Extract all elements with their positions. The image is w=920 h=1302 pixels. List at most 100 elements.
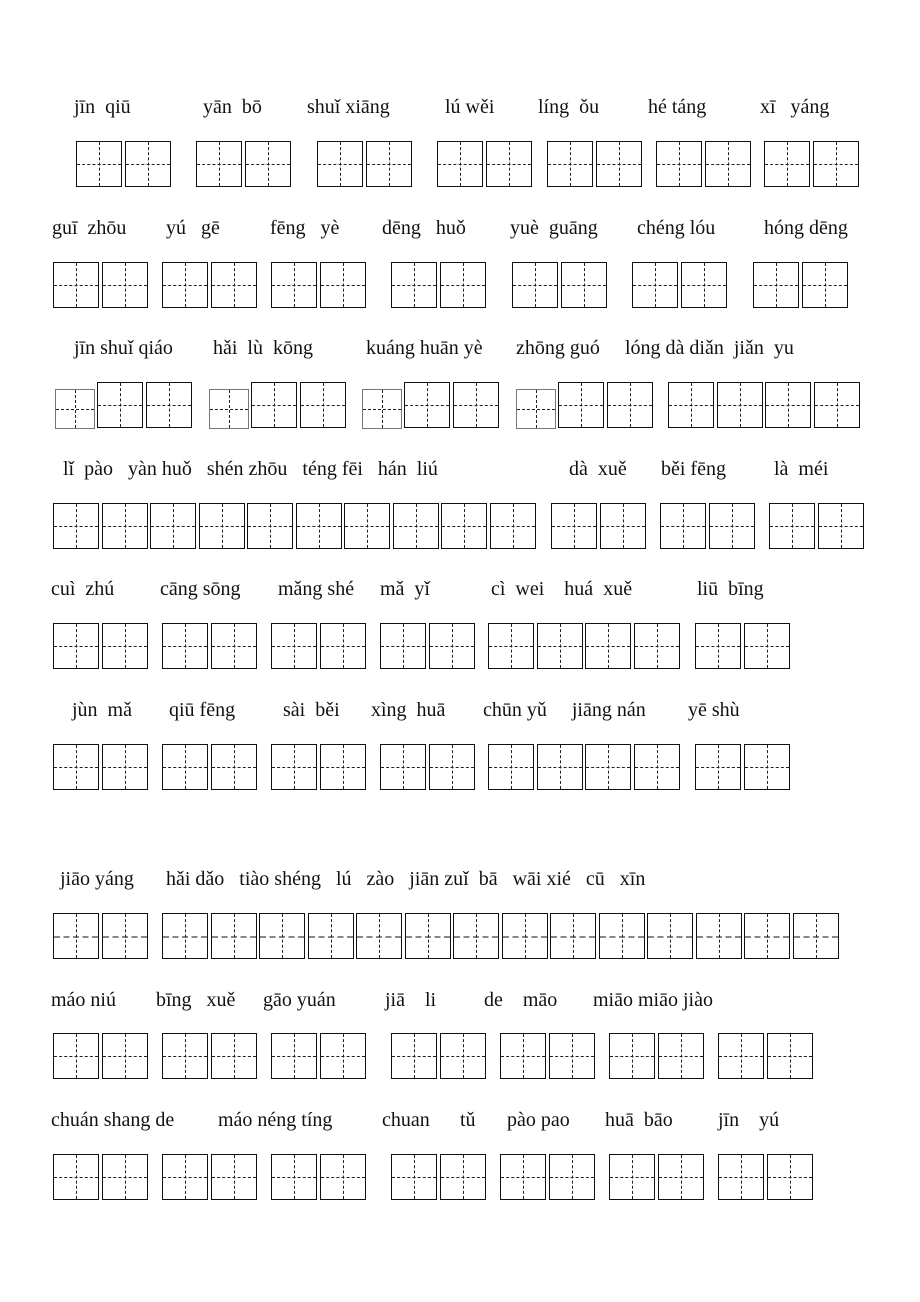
character-writing-box[interactable] <box>404 913 451 959</box>
character-writing-box[interactable] <box>271 1154 317 1200</box>
character-writing-box[interactable] <box>198 503 245 549</box>
character-writing-box[interactable] <box>162 623 208 669</box>
character-writing-box[interactable] <box>488 744 534 790</box>
character-writing-box[interactable] <box>585 623 631 669</box>
character-writing-box[interactable] <box>162 1033 208 1079</box>
character-writing-box[interactable] <box>319 1033 366 1079</box>
character-writing-box[interactable] <box>743 623 790 669</box>
character-writing-box[interactable] <box>585 744 631 790</box>
character-writing-box[interactable] <box>500 1033 546 1079</box>
character-writing-box[interactable] <box>162 262 208 308</box>
character-writing-box[interactable] <box>485 141 532 187</box>
character-writing-box[interactable] <box>162 1154 208 1200</box>
character-writing-box[interactable] <box>209 389 249 429</box>
character-writing-box[interactable] <box>356 913 402 959</box>
character-writing-box[interactable] <box>307 913 354 959</box>
character-writing-box[interactable] <box>344 503 390 549</box>
character-writing-box[interactable] <box>813 382 860 428</box>
character-writing-box[interactable] <box>392 503 439 549</box>
character-writing-box[interactable] <box>271 1033 317 1079</box>
character-writing-box[interactable] <box>744 913 790 959</box>
character-writing-box[interactable] <box>380 744 426 790</box>
character-writing-box[interactable] <box>428 623 475 669</box>
character-writing-box[interactable] <box>244 141 291 187</box>
character-writing-box[interactable] <box>53 262 99 308</box>
character-writing-box[interactable] <box>695 913 742 959</box>
character-writing-box[interactable] <box>210 262 257 308</box>
character-writing-box[interactable] <box>391 1033 437 1079</box>
character-writing-box[interactable] <box>319 744 366 790</box>
character-writing-box[interactable] <box>162 913 208 959</box>
character-writing-box[interactable] <box>536 623 583 669</box>
character-writing-box[interactable] <box>801 262 848 308</box>
character-writing-box[interactable] <box>365 141 412 187</box>
character-writing-box[interactable] <box>812 141 859 187</box>
character-writing-box[interactable] <box>271 262 317 308</box>
character-writing-box[interactable] <box>599 503 646 549</box>
character-writing-box[interactable] <box>97 382 143 428</box>
character-writing-box[interactable] <box>428 744 475 790</box>
character-writing-box[interactable] <box>76 141 122 187</box>
character-writing-box[interactable] <box>101 1033 148 1079</box>
character-writing-box[interactable] <box>489 503 536 549</box>
character-writing-box[interactable] <box>595 141 642 187</box>
character-writing-box[interactable] <box>718 1033 764 1079</box>
character-writing-box[interactable] <box>551 503 597 549</box>
character-writing-box[interactable] <box>547 141 593 187</box>
character-writing-box[interactable] <box>680 262 727 308</box>
character-writing-box[interactable] <box>695 744 741 790</box>
character-writing-box[interactable] <box>548 1154 595 1200</box>
character-writing-box[interactable] <box>660 503 706 549</box>
character-writing-box[interactable] <box>441 503 487 549</box>
character-writing-box[interactable] <box>299 382 346 428</box>
character-writing-box[interactable] <box>295 503 342 549</box>
character-writing-box[interactable] <box>53 623 99 669</box>
character-writing-box[interactable] <box>657 1033 704 1079</box>
character-writing-box[interactable] <box>317 141 363 187</box>
character-writing-box[interactable] <box>716 382 763 428</box>
character-writing-box[interactable] <box>391 1154 437 1200</box>
character-writing-box[interactable] <box>53 1033 99 1079</box>
character-writing-box[interactable] <box>247 503 293 549</box>
character-writing-box[interactable] <box>319 262 366 308</box>
character-writing-box[interactable] <box>657 1154 704 1200</box>
character-writing-box[interactable] <box>512 262 558 308</box>
character-writing-box[interactable] <box>560 262 607 308</box>
character-writing-box[interactable] <box>695 623 741 669</box>
character-writing-box[interactable] <box>391 262 437 308</box>
character-writing-box[interactable] <box>633 744 680 790</box>
character-writing-box[interactable] <box>259 913 305 959</box>
character-writing-box[interactable] <box>769 503 815 549</box>
character-writing-box[interactable] <box>609 1033 655 1079</box>
character-writing-box[interactable] <box>708 503 755 549</box>
character-writing-box[interactable] <box>548 1033 595 1079</box>
character-writing-box[interactable] <box>145 382 192 428</box>
character-writing-box[interactable] <box>718 1154 764 1200</box>
character-writing-box[interactable] <box>124 141 171 187</box>
character-writing-box[interactable] <box>452 382 499 428</box>
character-writing-box[interactable] <box>101 503 148 549</box>
character-writing-box[interactable] <box>766 1033 813 1079</box>
character-writing-box[interactable] <box>516 389 556 429</box>
character-writing-box[interactable] <box>609 1154 655 1200</box>
character-writing-box[interactable] <box>53 744 99 790</box>
character-writing-box[interactable] <box>439 262 486 308</box>
character-writing-box[interactable] <box>439 1033 486 1079</box>
character-writing-box[interactable] <box>319 1154 366 1200</box>
character-writing-box[interactable] <box>162 744 208 790</box>
character-writing-box[interactable] <box>210 1033 257 1079</box>
character-writing-box[interactable] <box>210 1154 257 1200</box>
character-writing-box[interactable] <box>437 141 483 187</box>
character-writing-box[interactable] <box>558 382 604 428</box>
character-writing-box[interactable] <box>668 382 714 428</box>
character-writing-box[interactable] <box>55 389 95 429</box>
character-writing-box[interactable] <box>196 141 242 187</box>
character-writing-box[interactable] <box>271 623 317 669</box>
character-writing-box[interactable] <box>210 913 257 959</box>
character-writing-box[interactable] <box>536 744 583 790</box>
character-writing-box[interactable] <box>500 1154 546 1200</box>
character-writing-box[interactable] <box>271 744 317 790</box>
character-writing-box[interactable] <box>101 262 148 308</box>
character-writing-box[interactable] <box>488 623 534 669</box>
character-writing-box[interactable] <box>101 913 148 959</box>
